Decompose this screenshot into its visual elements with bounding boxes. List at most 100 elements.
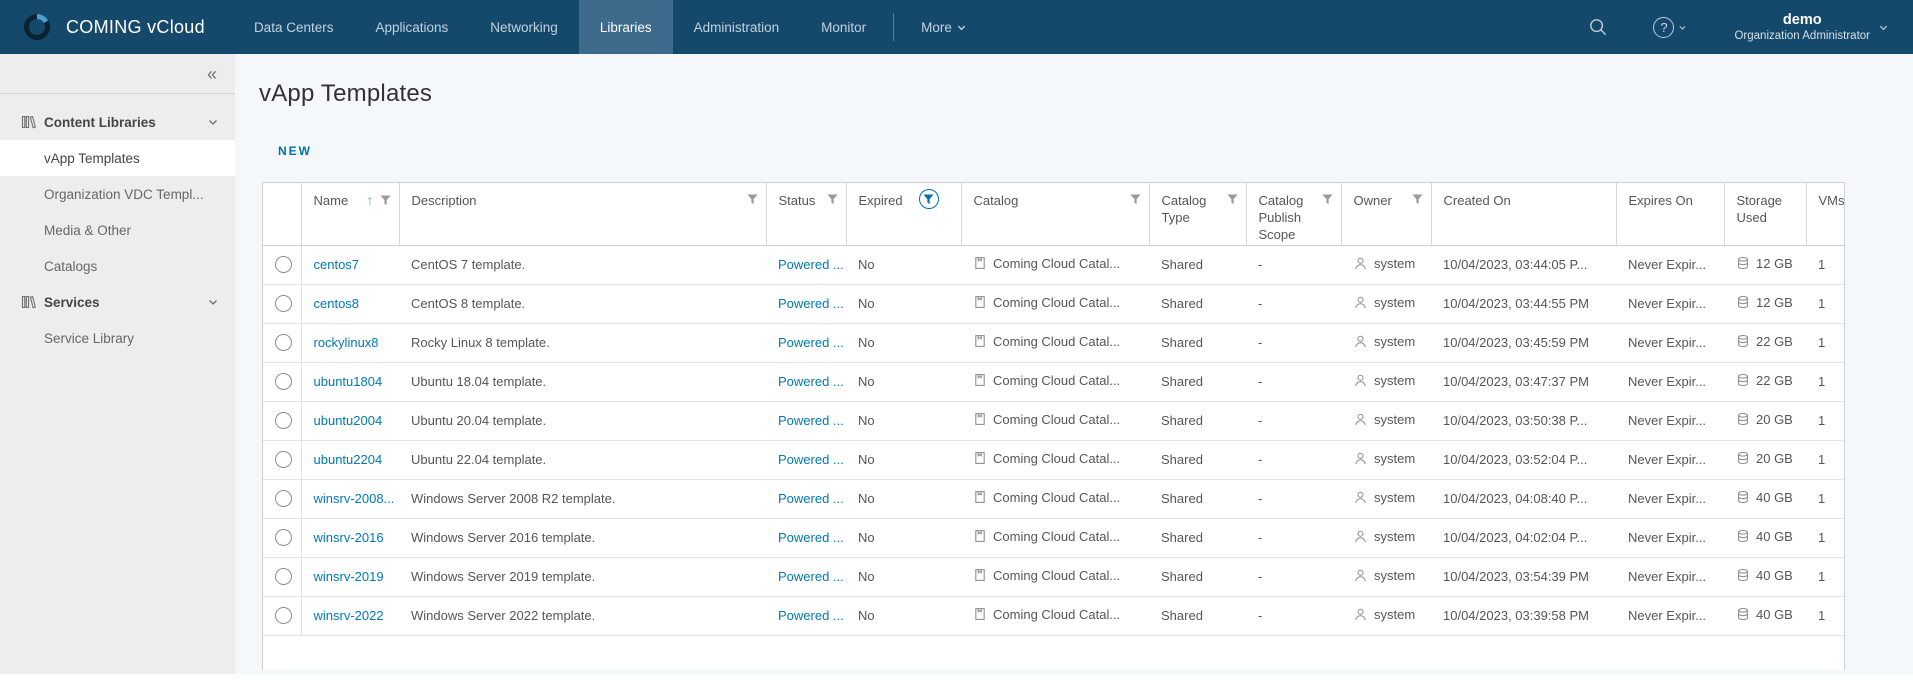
filter-icon[interactable] [1411, 194, 1423, 205]
filter-icon[interactable] [1129, 194, 1141, 205]
cell-description: Windows Server 2022 template. [399, 596, 766, 636]
column-label: Name [313, 193, 349, 208]
row-select-cell [263, 596, 302, 636]
cell-expires-on: Never Expir... [1616, 401, 1724, 441]
help-menu-button[interactable]: ? [1637, 0, 1703, 54]
filter-icon[interactable] [746, 194, 758, 205]
column-label: Created On [1443, 193, 1511, 208]
nav-item-more[interactable]: More [900, 0, 988, 54]
filter-icon[interactable] [379, 194, 391, 206]
nav-item-applications[interactable]: Applications [354, 0, 469, 54]
filter-icon[interactable] [1321, 194, 1333, 205]
row-radio-button[interactable] [275, 334, 292, 352]
sidebar-group-services[interactable]: Services [0, 284, 235, 320]
row-radio-button[interactable] [275, 412, 292, 430]
header-catalog-publish-scope[interactable]: Catalog Publish Scope [1246, 183, 1342, 246]
sidebar-group-content-libraries[interactable]: Content Libraries [0, 104, 235, 140]
cell-description: Ubuntu 18.04 template. [399, 362, 766, 402]
brand[interactable]: COMING vCloud [0, 0, 233, 54]
header-catalog[interactable]: Catalog [961, 183, 1150, 246]
row-radio-button[interactable] [275, 295, 292, 313]
header-vms[interactable]: VMs [1806, 183, 1844, 246]
header-catalog-type[interactable]: Catalog Type [1149, 183, 1247, 246]
catalog-name: Coming Cloud Catal... [993, 372, 1121, 388]
cell-name: ubuntu1804 [301, 362, 399, 402]
user-role: Organization Administrator [1734, 29, 1870, 42]
template-name-link[interactable]: ubuntu2204 [314, 452, 383, 467]
page-title: vApp Templates [259, 80, 433, 107]
active-filter-icon[interactable] [918, 189, 939, 209]
table-row: winsrv-2022 Windows Server 2022 template… [263, 596, 1844, 636]
new-button[interactable]: NEW [278, 144, 312, 158]
cell-description: Ubuntu 22.04 template. [399, 440, 766, 480]
catalog-name: Coming Cloud Catal... [993, 333, 1121, 349]
user-menu[interactable]: demo Organization Administrator [1716, 11, 1899, 44]
row-radio-button[interactable] [275, 451, 292, 469]
cell-catalog-type: Shared [1149, 362, 1246, 402]
storage-value: 40 GB [1756, 606, 1793, 622]
row-radio-button[interactable] [275, 607, 292, 625]
search-button[interactable] [1572, 0, 1624, 54]
cell-catalog-publish-scope: - [1246, 440, 1341, 480]
template-name-link[interactable]: winsrv-2008... [314, 491, 395, 506]
storage-value: 40 GB [1756, 567, 1793, 583]
cell-created-on: 10/04/2023, 04:08:40 P... [1431, 479, 1616, 519]
row-radio-button[interactable] [275, 490, 292, 508]
header-name[interactable]: Name ↑ [301, 183, 400, 246]
header-created-on[interactable]: Created On [1431, 183, 1617, 246]
cell-expired: No [846, 479, 961, 519]
template-name-link[interactable]: winsrv-2016 [314, 530, 384, 545]
row-select-cell [263, 401, 302, 441]
template-name-link[interactable]: winsrv-2019 [314, 569, 384, 584]
nav-item-data-centers[interactable]: Data Centers [233, 0, 355, 54]
nav-item-administration[interactable]: Administration [673, 0, 801, 54]
cell-catalog: Coming Cloud Catal... [961, 362, 1149, 402]
sidebar-item-organization-vdc-templates[interactable]: Organization VDC Templ... [0, 176, 235, 212]
header-description[interactable]: Description [399, 183, 767, 246]
template-name-link[interactable]: rockylinux8 [314, 335, 379, 350]
cell-storage-used: 12 GB [1724, 284, 1806, 324]
sidebar-collapse-icon[interactable]: « [207, 65, 217, 83]
row-radio-button[interactable] [275, 529, 292, 547]
sidebar: « Content Libraries vApp Templates Organ… [0, 54, 235, 674]
row-radio-button[interactable] [275, 568, 292, 586]
cell-description: Rocky Linux 8 template. [399, 323, 766, 363]
table-row: rockylinux8 Rocky Linux 8 template. Powe… [263, 323, 1844, 363]
template-name-link[interactable]: centos7 [314, 257, 360, 272]
template-name-link[interactable]: ubuntu1804 [314, 374, 383, 389]
cell-owner: system [1341, 557, 1431, 597]
catalog-icon [975, 335, 985, 348]
header-expired[interactable]: Expired [846, 183, 962, 246]
sidebar-item-media-other[interactable]: Media & Other [0, 212, 235, 248]
column-label: Expired [858, 193, 903, 208]
cell-catalog: Coming Cloud Catal... [961, 401, 1149, 441]
nav-item-libraries[interactable]: Libraries [578, 0, 673, 54]
sidebar-item-catalogs[interactable]: Catalogs [0, 248, 235, 284]
template-name-link[interactable]: ubuntu2004 [314, 413, 383, 428]
row-radio-button[interactable] [275, 256, 292, 274]
nav-item-networking[interactable]: Networking [469, 0, 579, 54]
table-header-row: Name ↑ Description Status Expired Catalo… [263, 183, 1844, 246]
catalog-name: Coming Cloud Catal... [993, 489, 1121, 505]
cell-created-on: 10/04/2023, 03:52:04 P... [1431, 440, 1616, 480]
template-name-link[interactable]: winsrv-2022 [314, 608, 384, 623]
header-expires-on[interactable]: Expires On [1616, 183, 1725, 246]
sidebar-item-vapp-templates[interactable]: vApp Templates [0, 140, 235, 176]
filter-icon[interactable] [826, 194, 838, 205]
template-name-link[interactable]: centos8 [314, 296, 360, 311]
sort-ascending-icon[interactable]: ↑ [367, 193, 374, 207]
header-status[interactable]: Status [766, 183, 847, 246]
cell-storage-used: 12 GB [1724, 245, 1806, 285]
sidebar-item-service-library[interactable]: Service Library [0, 320, 235, 356]
nav-item-monitor[interactable]: Monitor [800, 0, 887, 54]
cell-expired: No [846, 401, 961, 441]
cell-vms: 1 [1806, 596, 1844, 636]
header-storage-used[interactable]: Storage Used [1724, 183, 1807, 246]
cell-catalog-publish-scope: - [1246, 284, 1341, 324]
cell-catalog-publish-scope: - [1246, 362, 1341, 402]
filter-icon[interactable] [1226, 194, 1238, 205]
cell-storage-used: 40 GB [1724, 518, 1806, 558]
user-icon [1355, 491, 1366, 503]
header-owner[interactable]: Owner [1341, 183, 1432, 246]
row-radio-button[interactable] [275, 373, 292, 391]
